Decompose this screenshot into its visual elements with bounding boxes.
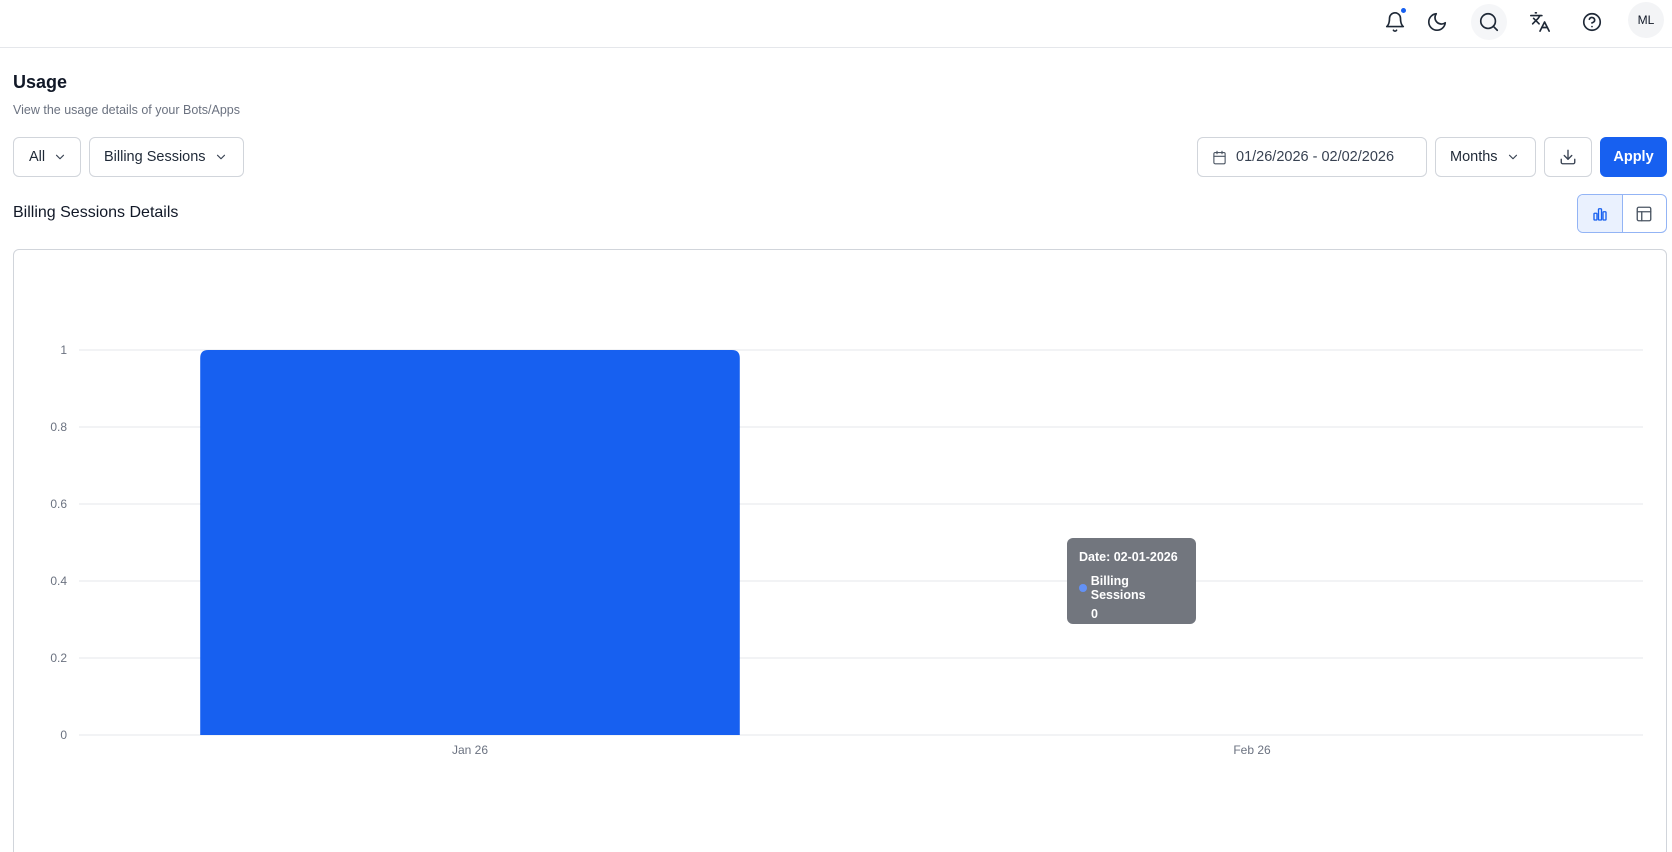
chart-tooltip: Date: 02-01-2026 Billing Sessions 0 xyxy=(1067,538,1196,624)
x-tick-label: Jan 26 xyxy=(452,743,488,757)
date-range-value: 01/26/2026 - 02/02/2026 xyxy=(1236,149,1395,165)
date-range-picker[interactable]: 01/26/2026 - 02/02/2026 xyxy=(1197,137,1427,177)
apply-button[interactable]: Apply xyxy=(1600,137,1667,177)
theme-toggle-button[interactable] xyxy=(1419,4,1455,40)
chart-card: 0 0.2 0.4 0.6 0.8 1 Jan 26 Feb 26 xyxy=(13,249,1667,852)
granularity-dropdown[interactable]: Months xyxy=(1435,137,1536,177)
help-button[interactable] xyxy=(1574,4,1610,40)
avatar[interactable]: ML xyxy=(1628,2,1664,38)
bell-icon xyxy=(1385,12,1405,32)
translate-icon xyxy=(1530,12,1550,32)
metric-dropdown[interactable]: Billing Sessions xyxy=(89,137,244,177)
download-icon xyxy=(1560,149,1576,165)
table-icon xyxy=(1636,206,1652,221)
y-tick-label: 1 xyxy=(60,343,67,357)
tooltip-series-name: Billing Sessions xyxy=(1090,574,1146,602)
download-button[interactable] xyxy=(1544,137,1592,177)
y-tick-label: 0.2 xyxy=(50,651,67,665)
tooltip-value: 0 xyxy=(1091,607,1098,621)
y-tick-label: 0.8 xyxy=(50,420,67,434)
notifications-button[interactable] xyxy=(1377,4,1413,40)
tooltip-date: Date: 02-01-2026 xyxy=(1079,550,1178,564)
help-icon xyxy=(1582,12,1602,32)
y-tick-label: 0.4 xyxy=(50,574,67,588)
chevron-down-icon xyxy=(216,154,225,160)
chevron-down-icon xyxy=(56,154,65,160)
series-color-dot xyxy=(1079,584,1087,592)
bar xyxy=(200,350,740,735)
calendar-icon xyxy=(1213,150,1226,164)
y-tick-label: 0.6 xyxy=(50,497,67,511)
language-button[interactable] xyxy=(1522,4,1558,40)
bar-chart-icon xyxy=(1593,207,1607,221)
metric-dropdown-label: Billing Sessions xyxy=(104,149,206,165)
top-bar: ML xyxy=(0,0,1672,48)
search-button[interactable] xyxy=(1471,4,1507,40)
table-view-button[interactable] xyxy=(1623,195,1667,232)
y-tick-label: 0 xyxy=(60,728,67,742)
scope-dropdown-label: All xyxy=(29,149,46,165)
notification-dot xyxy=(1400,7,1407,14)
scope-dropdown[interactable]: All xyxy=(13,137,81,177)
view-toggle xyxy=(1577,194,1667,233)
search-icon xyxy=(1479,12,1499,32)
section-title: Billing Sessions Details xyxy=(13,204,179,221)
chart-view-button[interactable] xyxy=(1578,195,1623,232)
granularity-dropdown-label: Months xyxy=(1450,149,1498,165)
page-title: Usage xyxy=(13,72,68,92)
moon-icon xyxy=(1427,12,1447,32)
page-subtitle: View the usage details of your Bots/Apps xyxy=(13,103,240,117)
chevron-down-icon xyxy=(1508,154,1517,160)
x-tick-label: Feb 26 xyxy=(1233,743,1271,757)
bar-chart: 0 0.2 0.4 0.6 0.8 1 Jan 26 Feb 26 xyxy=(50,343,1643,757)
tooltip-series: Billing Sessions xyxy=(1079,574,1184,602)
